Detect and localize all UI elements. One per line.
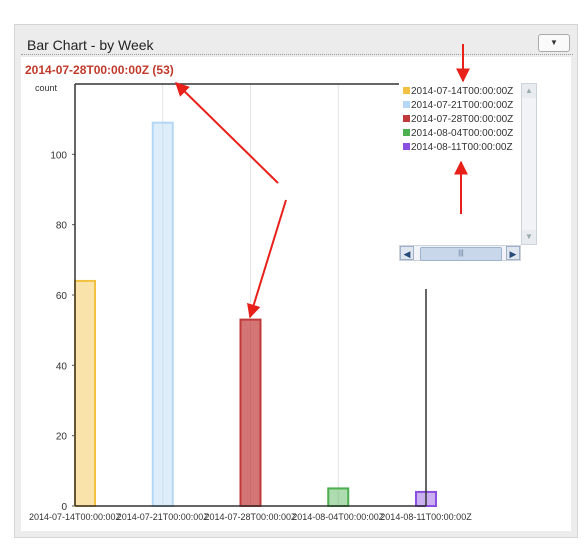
legend-item[interactable]: 2014-07-21T00:00:00Z bbox=[403, 99, 521, 113]
panel-header: Bar Chart - by Week ▼ bbox=[15, 25, 577, 55]
legend-swatch bbox=[403, 87, 410, 94]
scroll-thumb[interactable]: ||| bbox=[420, 247, 502, 261]
chart-panel: Bar Chart - by Week ▼ 2014-07-28T00:00:0… bbox=[14, 24, 578, 538]
legend-vertical-scrollbar[interactable]: ▲ ▼ bbox=[521, 83, 537, 245]
bar[interactable] bbox=[74, 279, 96, 507]
x-tick-label: 2014-07-14T00:00:00Z bbox=[29, 512, 122, 522]
scroll-right-icon[interactable]: ▶ bbox=[506, 246, 520, 260]
scroll-down-icon[interactable]: ▼ bbox=[522, 230, 536, 244]
legend-item[interactable]: 2014-07-28T00:00:00Z bbox=[403, 113, 521, 127]
bar[interactable] bbox=[239, 318, 262, 507]
chevron-down-icon: ▼ bbox=[550, 38, 558, 47]
legend-item[interactable]: 2014-08-11T00:00:00Z bbox=[403, 141, 521, 155]
chart-area: 2014-07-28T00:00:00Z (53) count 0 20 40 60 8… bbox=[21, 57, 571, 531]
x-tick-label: 2014-07-21T00:00:00Z bbox=[117, 512, 210, 522]
legend-swatch bbox=[403, 101, 410, 108]
x-tick-label: 2014-08-11T00:00:00Z bbox=[380, 512, 472, 522]
y-tick-label: 100 bbox=[50, 150, 67, 161]
y-tick-label: 60 bbox=[56, 291, 68, 302]
legend-list: 2014-07-14T00:00:00Z 2014-07-21T00:00:00Z… bbox=[403, 85, 521, 155]
legend: 2014-07-14T00:00:00Z 2014-07-21T00:00:00Z… bbox=[399, 83, 539, 289]
y-tick-label: 80 bbox=[56, 221, 68, 232]
legend-item[interactable]: 2014-08-04T00:00:00Z bbox=[403, 127, 521, 141]
legend-swatch bbox=[403, 129, 410, 136]
legend-item[interactable]: 2014-07-14T00:00:00Z bbox=[403, 85, 521, 99]
legend-swatch bbox=[403, 143, 410, 150]
legend-horizontal-scrollbar[interactable]: ◀ ||| ▶ bbox=[399, 245, 521, 261]
scroll-left-icon[interactable]: ◀ bbox=[400, 246, 414, 260]
bar[interactable] bbox=[151, 121, 174, 508]
panel-title: Bar Chart - by Week bbox=[27, 37, 154, 53]
y-tick-label: 20 bbox=[56, 432, 68, 443]
legend-swatch bbox=[403, 115, 410, 122]
legend-label: 2014-08-04T00:00:00Z bbox=[411, 128, 514, 139]
y-tick-label: 40 bbox=[56, 361, 68, 372]
legend-label: 2014-07-21T00:00:00Z bbox=[411, 100, 514, 111]
scroll-up-icon[interactable]: ▲ bbox=[522, 84, 536, 98]
legend-label: 2014-08-11T00:00:00Z bbox=[411, 142, 513, 153]
legend-label: 2014-07-28T00:00:00Z bbox=[411, 114, 514, 125]
legend-label: 2014-07-14T00:00:00Z bbox=[411, 86, 514, 97]
bar[interactable] bbox=[327, 487, 350, 507]
header-divider bbox=[21, 54, 573, 55]
x-tick-label: 2014-07-28T00:00:00Z bbox=[204, 512, 297, 522]
x-tick-label: 2014-08-04T00:00:00Z bbox=[292, 512, 385, 522]
panel-menu-button[interactable]: ▼ bbox=[538, 34, 570, 52]
